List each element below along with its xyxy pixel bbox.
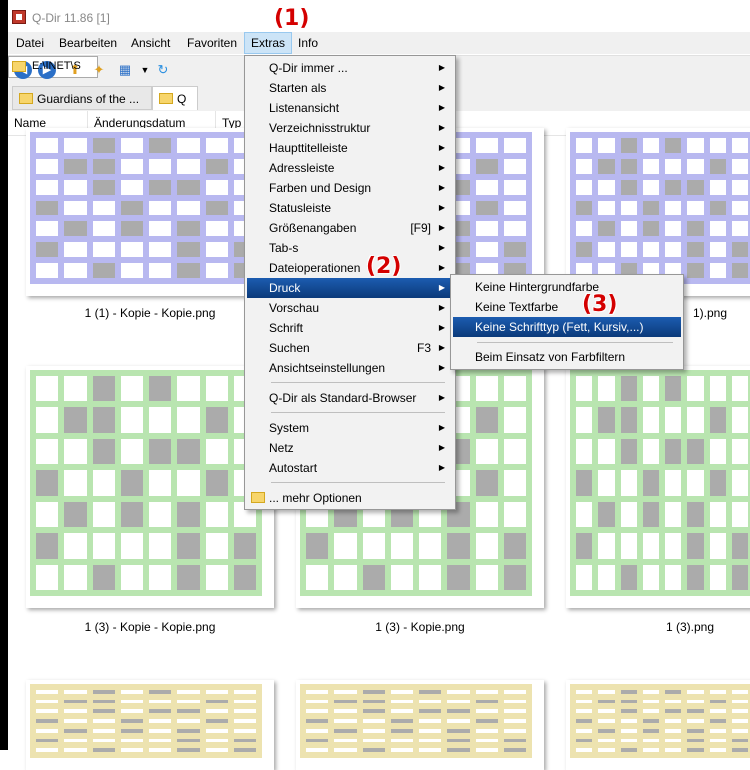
folder-icon bbox=[12, 61, 26, 72]
tab-label: Q bbox=[177, 92, 187, 106]
menu-bearbeiten[interactable]: Bearbeiten bbox=[53, 32, 123, 54]
menu-separator bbox=[271, 382, 445, 383]
druck-submenu: Keine Hintergrundfarbe Keine Textfarbe K… bbox=[450, 274, 684, 370]
menu-datei[interactable]: Datei bbox=[10, 32, 50, 54]
image-thumbnail[interactable] bbox=[26, 128, 274, 296]
menu-item-autostart[interactable]: Autostart ▶ bbox=[247, 458, 453, 478]
menu-item-keine-hintergrundfarbe[interactable]: Keine Hintergrundfarbe bbox=[453, 277, 681, 297]
tab-label: Guardians of the ... bbox=[37, 92, 140, 106]
window-left-edge bbox=[0, 0, 8, 750]
image-thumbnail[interactable] bbox=[26, 366, 274, 608]
menu-item-mehr-optionen[interactable]: ... mehr Optionen bbox=[247, 488, 453, 508]
extras-menu: Q-Dir immer ... ▶ Starten als ▶ Listenansi… bbox=[244, 55, 456, 510]
menu-item-ansichtseinstellungen[interactable]: Ansichtseinstellungen ▶ bbox=[247, 358, 453, 378]
menu-item-vorschau[interactable]: Vorschau ▶ bbox=[247, 298, 453, 318]
menu-item-standard-browser[interactable]: Q-Dir als Standard-Browser ▶ bbox=[247, 388, 453, 408]
image-thumbnail[interactable] bbox=[566, 366, 750, 608]
file-caption[interactable]: 1 (3) - Kopie - Kopie.png bbox=[30, 620, 270, 634]
image-thumbnail[interactable] bbox=[26, 680, 274, 770]
menu-ansicht[interactable]: Ansicht bbox=[125, 32, 176, 54]
menu-separator bbox=[271, 412, 445, 413]
folder-icon bbox=[251, 492, 265, 503]
menu-item-keine-textfarbe[interactable]: Keine Textfarbe bbox=[453, 297, 681, 317]
step-marker-2: (2) bbox=[366, 254, 402, 279]
menu-item-groessenangaben[interactable]: Größenangaben [F9] ▶ bbox=[247, 218, 453, 238]
tab-q[interactable]: Q bbox=[152, 86, 198, 110]
menu-item-listenansicht[interactable]: Listenansicht ▶ bbox=[247, 98, 453, 118]
menu-bar: Datei Bearbeiten Ansicht Favoriten Extra… bbox=[8, 32, 750, 54]
folder-icon bbox=[19, 93, 33, 104]
menu-favoriten[interactable]: Favoriten bbox=[181, 32, 243, 54]
menu-separator bbox=[477, 342, 673, 343]
file-caption[interactable]: 1 (3) - Kopie.png bbox=[300, 620, 540, 634]
image-thumbnail[interactable] bbox=[296, 680, 544, 770]
menu-item-qdir-immer[interactable]: Q-Dir immer ... ▶ bbox=[247, 58, 453, 78]
menu-item-suchen[interactable]: Suchen F3 ▶ bbox=[247, 338, 453, 358]
refresh-icon[interactable]: ↻ bbox=[154, 61, 172, 79]
menu-item-keine-schrifttyp[interactable]: Keine Schrifttyp (Fett, Kursiv,...) bbox=[453, 317, 681, 337]
menu-item-farbfilter[interactable]: Beim Einsatz von Farbfiltern bbox=[453, 347, 681, 367]
menu-item-netz[interactable]: Netz ▶ bbox=[247, 438, 453, 458]
menu-item-statusleiste[interactable]: Statusleiste ▶ bbox=[247, 198, 453, 218]
menu-separator bbox=[271, 482, 445, 483]
menu-item-farben-design[interactable]: Farben und Design ▶ bbox=[247, 178, 453, 198]
menu-item-system[interactable]: System ▶ bbox=[247, 418, 453, 438]
title-bar bbox=[8, 0, 750, 32]
file-caption[interactable]: 1).png bbox=[680, 306, 740, 320]
image-thumbnail[interactable] bbox=[566, 128, 750, 296]
address-input[interactable]: E:\INET\S bbox=[32, 60, 81, 72]
file-caption[interactable]: 1 (3).png bbox=[570, 620, 750, 634]
tab-guardians[interactable]: Guardians of the ... bbox=[12, 86, 152, 110]
menu-item-haupttitelleiste[interactable]: Haupttitelleiste ▶ bbox=[247, 138, 453, 158]
menu-item-verzeichnisstruktur[interactable]: Verzeichnisstruktur ▶ bbox=[247, 118, 453, 138]
menu-item-dateioperationen[interactable]: Dateioperationen ▶ bbox=[247, 258, 453, 278]
app-icon bbox=[12, 10, 26, 24]
menu-extras[interactable]: Extras bbox=[244, 32, 293, 54]
menu-item-schrift[interactable]: Schrift ▶ bbox=[247, 318, 453, 338]
step-marker-1: (1) bbox=[274, 6, 310, 31]
file-caption[interactable]: 1 (1) - Kopie - Kopie.png bbox=[30, 306, 270, 320]
window-title: Q-Dir 11.86 [1] bbox=[32, 11, 110, 25]
image-thumbnail[interactable] bbox=[566, 680, 750, 770]
menu-item-tabs[interactable]: Tab-s ▶ bbox=[247, 238, 453, 258]
folder-icon bbox=[159, 93, 173, 104]
new-folder-icon[interactable]: ✦ bbox=[90, 61, 108, 79]
menu-item-adressleiste[interactable]: Adressleiste ▶ bbox=[247, 158, 453, 178]
chevron-down-icon[interactable]: ▼ bbox=[136, 61, 154, 79]
menu-item-druck[interactable]: Druck ▶ bbox=[247, 278, 453, 298]
menu-info[interactable]: Info bbox=[292, 32, 324, 54]
view-icon[interactable]: ▦ bbox=[116, 61, 134, 79]
menu-item-starten-als[interactable]: Starten als ▶ bbox=[247, 78, 453, 98]
step-marker-3: (3) bbox=[582, 292, 618, 317]
